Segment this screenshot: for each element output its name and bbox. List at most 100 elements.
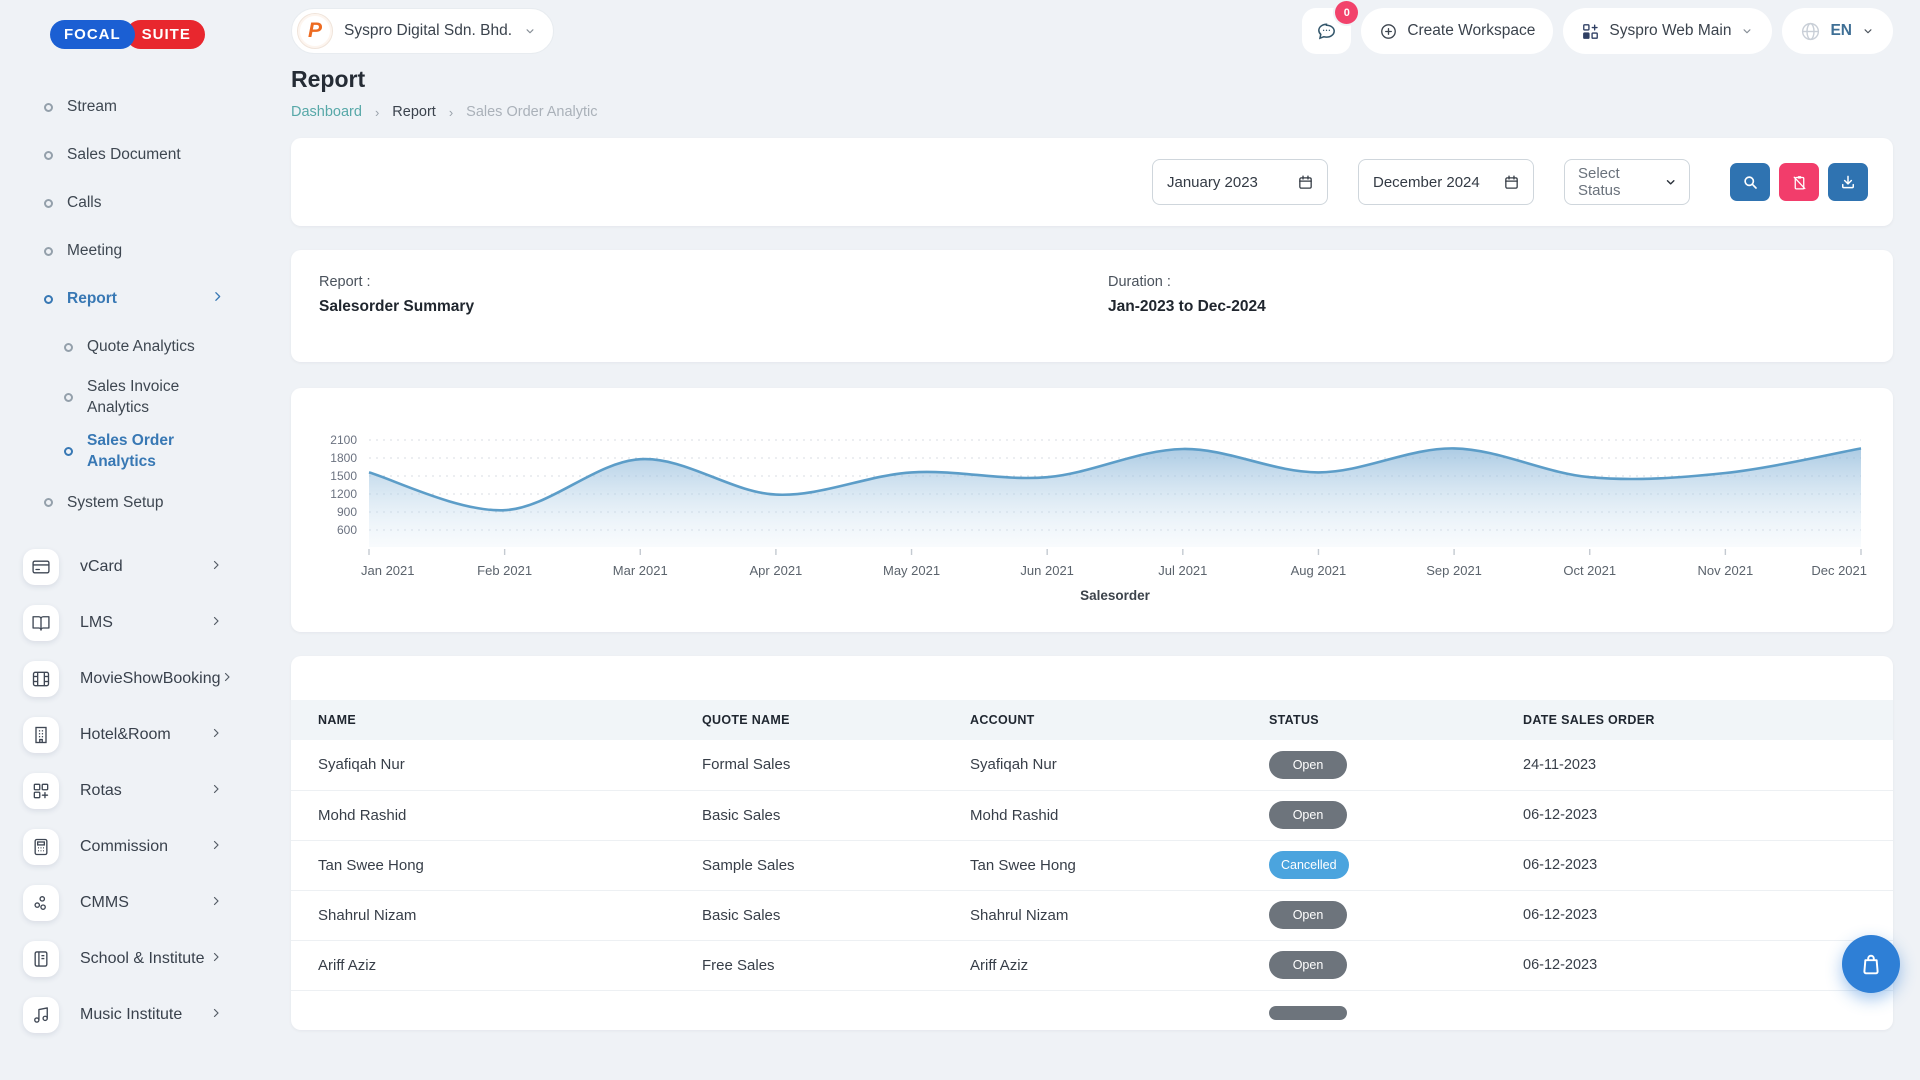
chevron-down-icon bbox=[1663, 174, 1678, 190]
svg-text:Feb 2021: Feb 2021 bbox=[477, 563, 532, 578]
ring-icon bbox=[44, 247, 53, 256]
chat-button[interactable]: 0 bbox=[1302, 8, 1351, 54]
focal-suite-logo: FOCAL SUITE bbox=[50, 20, 262, 49]
breadcrumb-dashboard[interactable]: Dashboard bbox=[291, 104, 362, 120]
table-row: Ariff Aziz Free Sales Ariff Aziz Open 06… bbox=[291, 940, 1893, 990]
svg-text:Jan 2021: Jan 2021 bbox=[361, 563, 415, 578]
report-summary: Report : Salesorder Summary bbox=[319, 274, 1865, 316]
chevron-right-icon bbox=[210, 726, 222, 744]
chevron-right-icon bbox=[210, 558, 222, 576]
date-to-input[interactable]: December 2024 bbox=[1358, 159, 1534, 205]
sidebar-item-cmms[interactable]: CMMS bbox=[0, 875, 262, 931]
ring-icon bbox=[44, 103, 53, 112]
search-button[interactable] bbox=[1730, 163, 1770, 201]
ring-icon bbox=[64, 447, 73, 456]
sidebar-item-meeting[interactable]: Meeting bbox=[0, 227, 262, 275]
breadcrumb-separator: › bbox=[449, 105, 453, 120]
svg-text:May 2021: May 2021 bbox=[883, 563, 940, 578]
sidebar-item-sales-invoice-analytics[interactable]: Sales Invoice Analytics bbox=[0, 371, 262, 425]
col-account: ACCOUNT bbox=[970, 700, 1269, 740]
cart-fab-button[interactable] bbox=[1842, 935, 1900, 993]
logo-focal: FOCAL bbox=[50, 20, 135, 49]
book-icon bbox=[23, 605, 59, 641]
globe-icon bbox=[1800, 21, 1821, 42]
svg-text:Sep 2021: Sep 2021 bbox=[1426, 563, 1482, 578]
plus-circle-icon bbox=[1379, 22, 1398, 41]
sidebar-item-sales-document[interactable]: Sales Document bbox=[0, 131, 262, 179]
workspace-selector[interactable]: P Syspro Digital Sdn. Bhd. bbox=[291, 8, 554, 54]
table-row: Shahrul Nizam Basic Sales Shahrul Nizam … bbox=[291, 890, 1893, 940]
clear-filter-button[interactable] bbox=[1779, 163, 1819, 201]
chevron-down-icon bbox=[1740, 24, 1754, 38]
duration-value: Jan-2023 to Dec-2024 bbox=[1108, 298, 1266, 316]
sidebar-item-calls[interactable]: Calls bbox=[0, 179, 262, 227]
sidebar-modules: vCard LMS MovieShowBooking bbox=[0, 539, 262, 1043]
chat-badge: 0 bbox=[1335, 1, 1358, 24]
sidebar-item-report[interactable]: Report bbox=[0, 275, 262, 323]
sidebar-item-movieshowbooking[interactable]: MovieShowBooking bbox=[0, 651, 262, 707]
sidebar-item-sales-order-analytics[interactable]: Sales Order Analytics bbox=[0, 425, 262, 479]
chevron-right-icon bbox=[210, 894, 222, 912]
sidebar-item-rotas[interactable]: Rotas bbox=[0, 763, 262, 819]
chevron-right-icon bbox=[210, 838, 222, 856]
sidebar-item-lms[interactable]: LMS bbox=[0, 595, 262, 651]
sidebar-item-system-setup[interactable]: System Setup bbox=[0, 479, 262, 527]
logo-suite: SUITE bbox=[126, 20, 205, 49]
chevron-right-icon bbox=[211, 290, 224, 308]
sidebar-item-school-institute[interactable]: School & Institute bbox=[0, 931, 262, 987]
sidebar: FOCAL SUITE Stream Sales Document Calls … bbox=[0, 0, 262, 1080]
status-badge: Open bbox=[1269, 951, 1347, 979]
filter-bar: January 2023 December 2024 Select Status bbox=[291, 138, 1893, 226]
salesorder-area-chart: 6009001200150018002100Jan 2021Feb 2021Ma… bbox=[313, 404, 1871, 610]
ring-icon bbox=[44, 151, 53, 160]
sales-order-table: NAME QUOTE NAME ACCOUNT STATUS DATE SALE… bbox=[291, 700, 1893, 1030]
status-badge: Open bbox=[1269, 801, 1347, 829]
duration-summary: Duration : Jan-2023 to Dec-2024 bbox=[1108, 274, 1266, 316]
breadcrumb-separator: › bbox=[375, 105, 379, 120]
chat-icon bbox=[1315, 20, 1338, 43]
sidebar-item-music-institute[interactable]: Music Institute bbox=[0, 987, 262, 1043]
svg-text:900: 900 bbox=[337, 505, 357, 519]
sidebar-item-hotel-room[interactable]: Hotel&Room bbox=[0, 707, 262, 763]
svg-text:Jun 2021: Jun 2021 bbox=[1020, 563, 1074, 578]
sidebar-item-commission[interactable]: Commission bbox=[0, 819, 262, 875]
date-from-input[interactable]: January 2023 bbox=[1152, 159, 1328, 205]
download-button[interactable] bbox=[1828, 163, 1868, 201]
ring-icon bbox=[64, 393, 73, 402]
col-name: NAME bbox=[291, 700, 702, 740]
sidebar-item-vcard[interactable]: vCard bbox=[0, 539, 262, 595]
chevron-right-icon bbox=[221, 670, 233, 688]
sidebar-item-quote-analytics[interactable]: Quote Analytics bbox=[0, 323, 262, 371]
language-label: EN bbox=[1830, 22, 1852, 40]
status-select[interactable]: Select Status bbox=[1564, 159, 1690, 205]
report-label: Report : bbox=[319, 274, 1865, 290]
ring-icon bbox=[44, 498, 53, 507]
svg-text:Mar 2021: Mar 2021 bbox=[613, 563, 668, 578]
svg-text:600: 600 bbox=[337, 523, 357, 537]
status-badge bbox=[1269, 1006, 1347, 1020]
status-badge: Open bbox=[1269, 751, 1347, 779]
calendar-icon bbox=[1503, 174, 1520, 191]
svg-text:Nov 2021: Nov 2021 bbox=[1698, 563, 1754, 578]
svg-text:Dec 2021: Dec 2021 bbox=[1811, 563, 1867, 578]
topbar-actions: 0 Create Workspace Syspro Web Main EN bbox=[1302, 8, 1893, 54]
app-switcher-button[interactable]: Syspro Web Main bbox=[1563, 8, 1772, 54]
workspace-name: Syspro Digital Sdn. Bhd. bbox=[344, 22, 512, 40]
chevron-right-icon bbox=[210, 782, 222, 800]
music-note-icon bbox=[23, 997, 59, 1033]
breadcrumb: Dashboard › Report › Sales Order Analyti… bbox=[291, 104, 1893, 120]
topbar: P Syspro Digital Sdn. Bhd. 0 Create Work… bbox=[291, 8, 1893, 54]
language-selector[interactable]: EN bbox=[1782, 8, 1893, 54]
breadcrumb-report[interactable]: Report bbox=[392, 104, 436, 120]
chevron-right-icon bbox=[210, 950, 222, 968]
page-title: Report bbox=[291, 66, 1893, 93]
sidebar-item-stream[interactable]: Stream bbox=[0, 83, 262, 131]
clipboard-off-icon bbox=[1791, 174, 1808, 191]
breadcrumb-current: Sales Order Analytic bbox=[466, 104, 597, 120]
circles-icon bbox=[23, 885, 59, 921]
svg-text:2100: 2100 bbox=[330, 433, 357, 447]
chevron-down-icon bbox=[1861, 24, 1875, 38]
ring-icon bbox=[64, 343, 73, 352]
app-grid-icon bbox=[1581, 22, 1600, 41]
create-workspace-button[interactable]: Create Workspace bbox=[1361, 8, 1553, 54]
